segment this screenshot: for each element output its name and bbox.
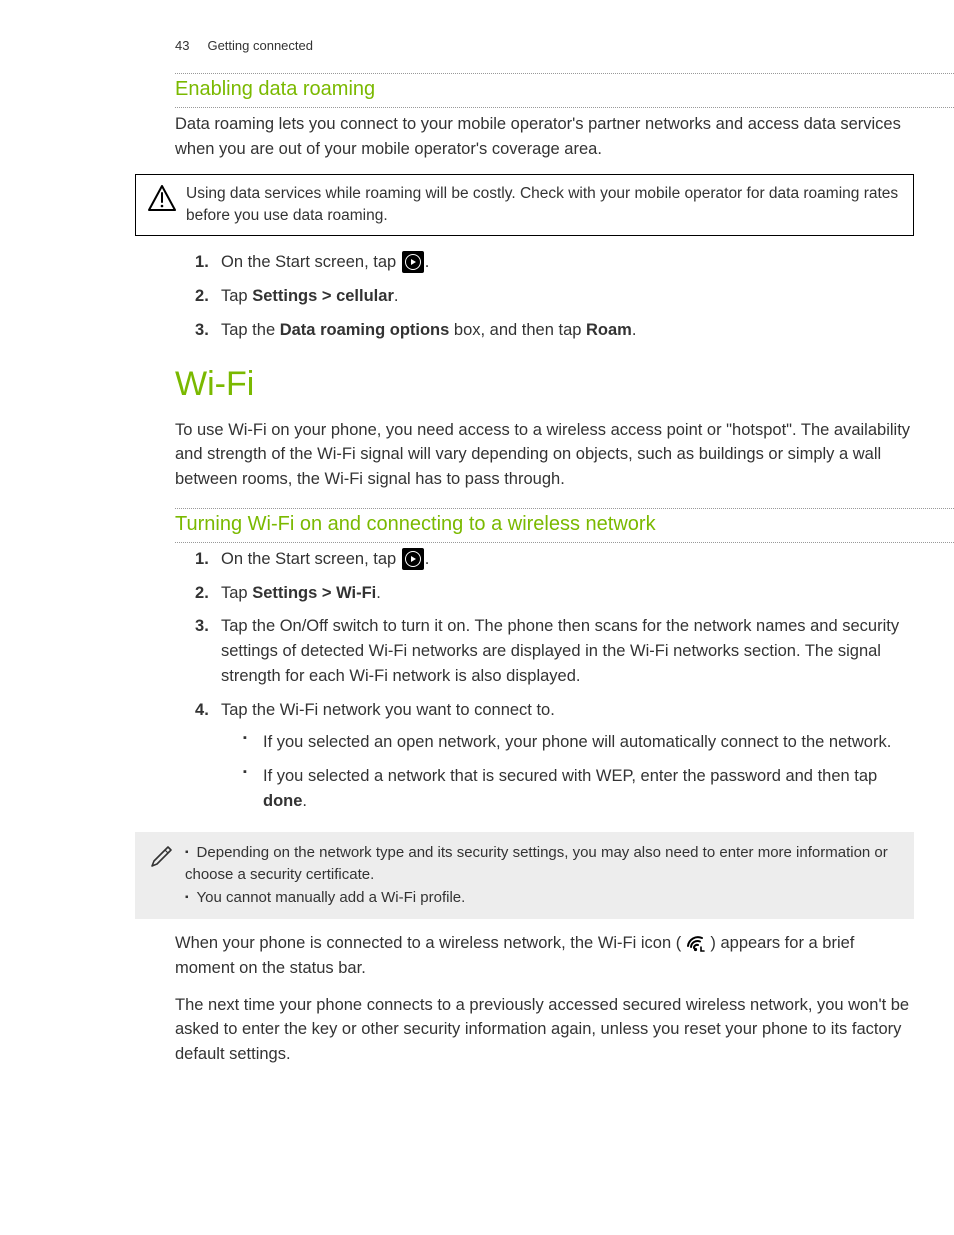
warning-icon bbox=[142, 183, 182, 211]
step-text: box, and then tap bbox=[449, 321, 586, 339]
pencil-icon bbox=[141, 842, 181, 870]
note-text: Depending on the network type and its se… bbox=[181, 842, 904, 910]
bullet-text-bold: done bbox=[263, 792, 302, 810]
step-text: . bbox=[632, 321, 637, 339]
section-heading-wifi-connect: Turning Wi-Fi on and connecting to a wir… bbox=[175, 513, 914, 536]
steps-list: On the Start screen, tap . Tap Settings … bbox=[195, 250, 914, 342]
step-item: On the Start screen, tap . bbox=[195, 547, 914, 572]
divider bbox=[175, 107, 954, 108]
step-item: Tap Settings > Wi-Fi. bbox=[195, 581, 914, 606]
sub-bullet-list: If you selected an open network, your ph… bbox=[243, 730, 914, 813]
page-header: 43 Getting connected bbox=[175, 38, 914, 53]
step-text: . bbox=[425, 253, 430, 271]
step-text-bold: Data roaming options bbox=[280, 321, 450, 339]
warning-callout: Using data services while roaming will b… bbox=[135, 174, 914, 237]
step-item: Tap the On/Off switch to turn it on. The… bbox=[195, 614, 914, 688]
arrow-tile-icon bbox=[401, 548, 425, 570]
step-text: On the Start screen, tap bbox=[221, 253, 401, 271]
document-page: 43 Getting connected Enabling data roami… bbox=[0, 0, 954, 1067]
body-paragraph: The next time your phone connects to a p… bbox=[175, 993, 914, 1067]
step-text: . bbox=[425, 550, 430, 568]
text-span: When your phone is connected to a wirele… bbox=[175, 934, 686, 952]
body-paragraph: When your phone is connected to a wirele… bbox=[175, 931, 914, 981]
step-text: . bbox=[376, 584, 381, 602]
main-heading-wifi: Wi-Fi bbox=[175, 365, 914, 404]
step-item: Tap Settings > cellular. bbox=[195, 284, 914, 309]
divider bbox=[175, 73, 954, 74]
step-text-bold: Settings > cellular bbox=[252, 287, 394, 305]
steps-list: On the Start screen, tap . Tap Settings … bbox=[195, 547, 914, 814]
note-callout: Depending on the network type and its se… bbox=[135, 832, 914, 920]
step-text-bold: Settings > Wi-Fi bbox=[252, 584, 376, 602]
step-item: Tap the Wi-Fi network you want to connec… bbox=[195, 698, 914, 814]
wifi-icon bbox=[686, 934, 706, 952]
arrow-tile-icon bbox=[401, 251, 425, 273]
step-text: Tap bbox=[221, 584, 252, 602]
bullet-text: . bbox=[302, 792, 307, 810]
chapter-title: Getting connected bbox=[207, 38, 313, 53]
step-text: Tap the bbox=[221, 321, 280, 339]
warning-text: Using data services while roaming will b… bbox=[182, 183, 903, 228]
section-heading-roaming: Enabling data roaming bbox=[175, 78, 914, 101]
body-paragraph: Data roaming lets you connect to your mo… bbox=[175, 112, 914, 162]
step-text: Tap the On/Off switch to turn it on. The… bbox=[221, 617, 899, 685]
page-number: 43 bbox=[175, 38, 189, 53]
step-text: Tap the Wi-Fi network you want to connec… bbox=[221, 701, 555, 719]
divider bbox=[175, 508, 954, 509]
step-item: Tap the Data roaming options box, and th… bbox=[195, 318, 914, 343]
step-text: On the Start screen, tap bbox=[221, 550, 401, 568]
sub-bullet-item: If you selected a network that is secure… bbox=[243, 764, 914, 814]
step-text: . bbox=[394, 287, 399, 305]
step-text: Tap bbox=[221, 287, 252, 305]
body-paragraph: To use Wi-Fi on your phone, you need acc… bbox=[175, 418, 914, 492]
step-item: On the Start screen, tap . bbox=[195, 250, 914, 275]
bullet-text: If you selected a network that is secure… bbox=[263, 767, 877, 785]
note-bullet: Depending on the network type and its se… bbox=[185, 842, 904, 887]
divider bbox=[175, 542, 954, 543]
sub-bullet-item: If you selected an open network, your ph… bbox=[243, 730, 914, 755]
note-bullet: You cannot manually add a Wi-Fi profile. bbox=[185, 887, 904, 910]
step-text-bold: Roam bbox=[586, 321, 632, 339]
